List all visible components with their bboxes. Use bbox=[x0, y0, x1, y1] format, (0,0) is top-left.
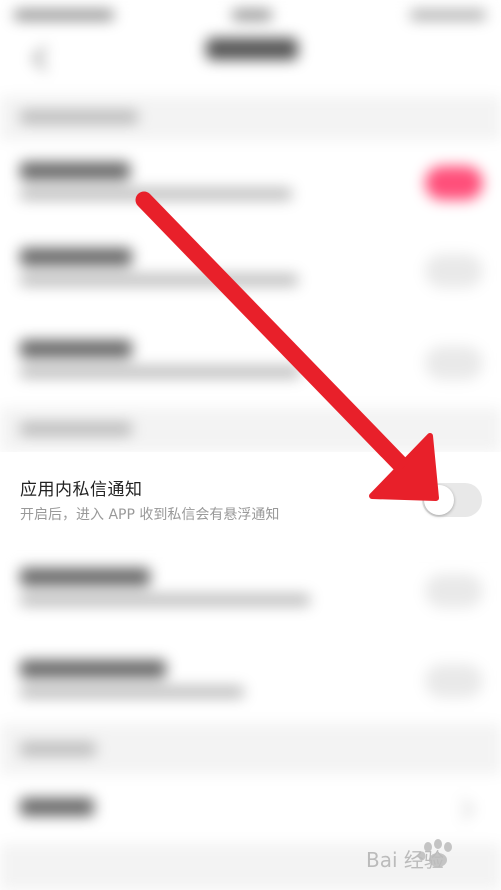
baidu-jingyan-watermark: Bai 经验 bbox=[366, 839, 452, 872]
arrow-shaft bbox=[135, 191, 411, 475]
watermark-text: Bai 经验 bbox=[366, 848, 444, 872]
red-arrow-annotation bbox=[135, 191, 439, 501]
